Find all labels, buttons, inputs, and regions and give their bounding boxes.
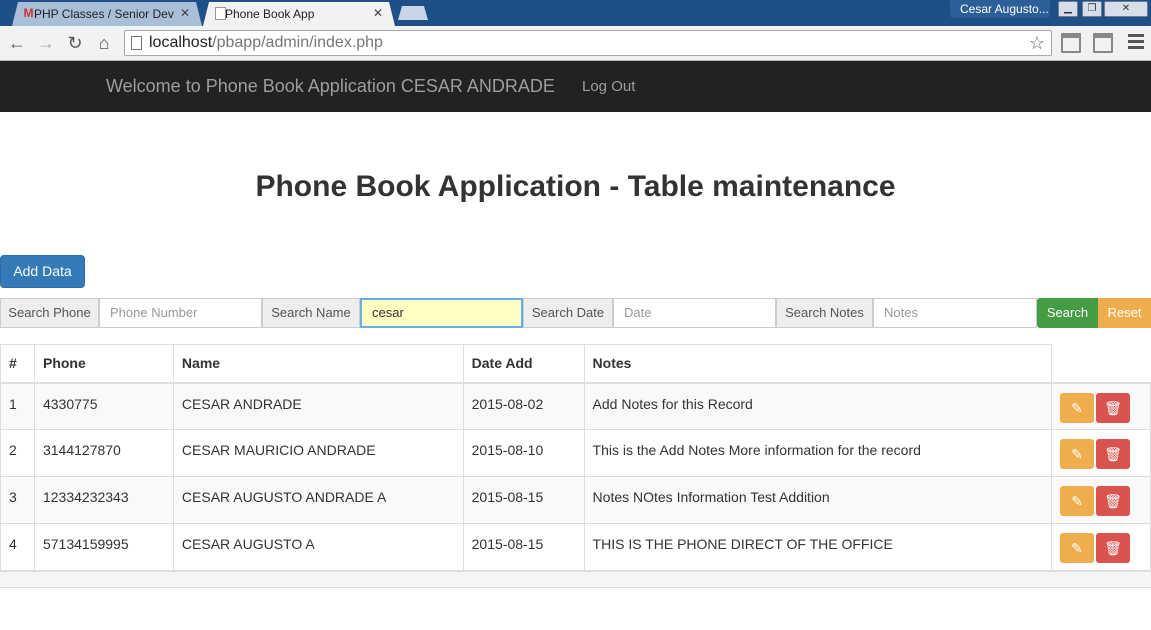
trash-icon: 🗑 — [1104, 493, 1122, 509]
table-row: 2 3144127870 CESAR MAURICIO ANDRADE 2015… — [0, 429, 1151, 477]
search-date-label: Search Date — [523, 298, 613, 328]
tab-title: Phone Book App — [225, 7, 315, 21]
trash-icon: 🗑 — [1104, 446, 1122, 462]
search-phone-label: Search Phone — [0, 298, 99, 328]
page-title: Phone Book Application - Table maintenan… — [255, 170, 896, 203]
cell-actions: ✎ 🗑 — [1051, 429, 1151, 477]
logout-link[interactable]: Log Out — [582, 78, 635, 95]
cell-name: CESAR ANDRADE — [172, 382, 464, 430]
cell-notes: Notes NOtes Information Test Addition — [583, 476, 1053, 524]
table-footer — [0, 571, 1151, 588]
header-date-add: Date Add — [462, 344, 585, 384]
cell-date: 2015-08-02 — [462, 382, 585, 430]
browser-toolbar: ← → ↻ ⌂ localhost/pbapp/admin/index.php … — [0, 26, 1151, 61]
delete-button[interactable]: 🗑 — [1096, 392, 1131, 423]
close-tab-icon[interactable]: ✕ — [373, 6, 383, 20]
address-bar[interactable]: localhost/pbapp/admin/index.php ☆ — [124, 30, 1052, 56]
cell-phone: 3144127870 — [33, 429, 174, 477]
search-notes-label: Search Notes — [776, 298, 873, 328]
cell-name: CESAR MAURICIO ANDRADE — [172, 429, 464, 477]
edit-button[interactable]: ✎ — [1060, 486, 1095, 516]
cell-number: 4 — [0, 523, 35, 571]
cell-actions: ✎ 🗑 — [1051, 523, 1151, 571]
header-name: Name — [172, 344, 464, 384]
extension-icon[interactable] — [1061, 33, 1081, 53]
pencil-icon: ✎ — [1071, 493, 1083, 509]
header-phone: Phone — [33, 344, 174, 384]
cell-phone: 57134159995 — [33, 523, 174, 571]
cell-actions: ✎ 🗑 — [1051, 476, 1151, 524]
profile-button[interactable]: Cesar Augusto... — [950, 0, 1050, 18]
page-icon — [215, 7, 226, 20]
search-name-input[interactable]: cesar — [360, 298, 523, 328]
reload-icon[interactable]: ↻ — [64, 32, 86, 54]
table-row: 4 57134159995 CESAR AUGUSTO A 2015-08-15… — [0, 523, 1151, 571]
cell-phone: 4330775 — [33, 382, 174, 430]
browser-tab-phonebook[interactable]: Phone Book App ✕ — [203, 2, 395, 26]
cell-notes: THIS IS THE PHONE DIRECT OF THE OFFICE — [583, 523, 1053, 571]
table-row: 3 12334232343 CESAR AUGUSTO ANDRADE A 20… — [0, 476, 1151, 524]
cell-date: 2015-08-10 — [462, 429, 585, 477]
delete-button[interactable]: 🗑 — [1096, 533, 1131, 563]
search-name-label: Search Name — [262, 298, 360, 328]
forward-arrow-icon[interactable]: → — [35, 32, 57, 54]
trash-icon: 🗑 — [1104, 399, 1122, 416]
cell-date: 2015-08-15 — [462, 476, 585, 524]
cell-number: 1 — [0, 382, 35, 430]
search-notes-input[interactable]: Notes — [873, 298, 1037, 328]
delete-button[interactable]: 🗑 — [1096, 439, 1131, 469]
search-bar: Search Phone Phone Number Search Name ce… — [0, 298, 1151, 328]
cell-number: 3 — [0, 476, 35, 524]
home-icon[interactable]: ⌂ — [93, 32, 115, 54]
edit-button[interactable]: ✎ — [1060, 392, 1095, 423]
cell-phone: 12334232343 — [33, 476, 174, 524]
close-tab-icon[interactable]: ✕ — [180, 6, 190, 20]
table-header-row: # Phone Name Date Add Notes — [0, 344, 1151, 384]
menu-icon[interactable] — [1128, 34, 1144, 52]
records-table: # Phone Name Date Add Notes 1 4330775 CE… — [0, 344, 1151, 571]
new-tab-button[interactable] — [398, 6, 428, 20]
search-phone-input[interactable]: Phone Number — [99, 298, 262, 328]
url-path: /pbapp/admin/index.php — [212, 34, 383, 51]
header-actions — [1051, 344, 1151, 384]
cell-name: CESAR AUGUSTO A — [172, 523, 464, 571]
header-number: # — [0, 344, 35, 384]
header-notes: Notes — [583, 344, 1053, 384]
navbar: Welcome to Phone Book Application CESAR … — [0, 61, 1151, 112]
extension-icon[interactable] — [1093, 33, 1113, 53]
navbar-brand[interactable]: Welcome to Phone Book Application CESAR … — [106, 76, 555, 97]
back-arrow-icon[interactable]: ← — [6, 32, 28, 54]
cell-date: 2015-08-15 — [462, 523, 585, 571]
pencil-icon: ✎ — [1071, 540, 1083, 556]
pencil-icon: ✎ — [1071, 446, 1083, 462]
maximize-button[interactable]: ❐ — [1082, 1, 1102, 17]
search-button[interactable]: Search — [1037, 298, 1098, 328]
search-date-input[interactable]: Date — [613, 298, 776, 328]
page-icon — [131, 36, 142, 50]
edit-button[interactable]: ✎ — [1060, 533, 1095, 563]
cell-notes: This is the Add Notes More information f… — [583, 429, 1053, 477]
trash-icon: 🗑 — [1104, 540, 1122, 556]
table-row: 1 4330775 CESAR ANDRADE 2015-08-02 Add N… — [0, 382, 1151, 430]
cell-name: CESAR AUGUSTO ANDRADE A — [172, 476, 464, 524]
minimize-button[interactable]: ▁ — [1058, 1, 1078, 17]
pencil-icon: ✎ — [1071, 399, 1083, 416]
browser-tab-gmail[interactable]: M PHP Classes / Senior Develop ✕ — [12, 2, 202, 26]
url-host: localhost — [149, 34, 213, 51]
add-data-button[interactable]: Add Data — [0, 255, 85, 288]
cell-number: 2 — [0, 429, 35, 477]
browser-tab-strip: M PHP Classes / Senior Develop ✕ Phone B… — [0, 0, 1151, 26]
tab-title: PHP Classes / Senior Develop — [34, 7, 174, 21]
reset-button[interactable]: Reset — [1098, 298, 1151, 328]
cell-actions: ✎ 🗑 — [1051, 382, 1151, 430]
delete-button[interactable]: 🗑 — [1096, 486, 1131, 516]
cell-notes: Add Notes for this Record — [583, 382, 1053, 430]
gmail-icon: M — [23, 6, 34, 20]
edit-button[interactable]: ✎ — [1060, 439, 1095, 469]
window-close-button[interactable]: ✕ — [1104, 1, 1148, 17]
bookmark-star-icon[interactable]: ☆ — [1029, 31, 1045, 55]
